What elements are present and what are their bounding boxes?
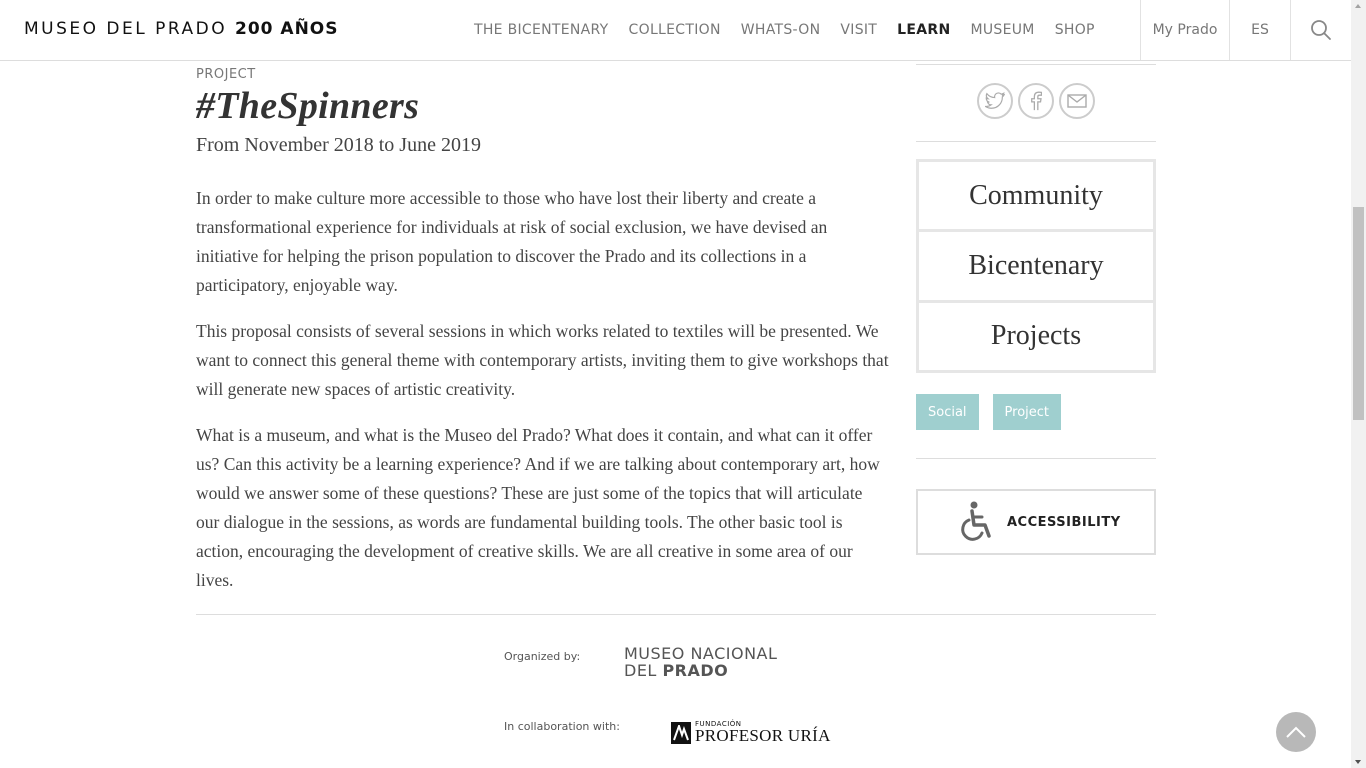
organizer-line-2: DEL PRADO bbox=[624, 662, 777, 679]
scrollbar-thumb[interactable] bbox=[1353, 207, 1364, 420]
accessibility-button[interactable]: ACCESSIBILITY bbox=[916, 489, 1156, 555]
fundacion-name: PROFESOR URÍA bbox=[695, 726, 831, 745]
email-icon bbox=[1067, 94, 1087, 108]
site-header: MUSEO DEL PRADO 200 AÑOS THE BICENTENARY… bbox=[0, 0, 1351, 61]
facebook-icon bbox=[1031, 91, 1042, 111]
tag-list: Social Project bbox=[916, 394, 1062, 430]
page-title: #TheSpinners bbox=[196, 85, 420, 127]
wheelchair-icon bbox=[961, 501, 991, 541]
paragraph: In order to make culture more accessible… bbox=[196, 188, 828, 295]
share-email-button[interactable] bbox=[1059, 83, 1095, 119]
site-logo[interactable]: MUSEO DEL PRADO 200 AÑOS bbox=[24, 19, 339, 39]
article-body: In order to make culture more accessible… bbox=[196, 184, 890, 612]
category-bicentenary[interactable]: Bicentenary bbox=[919, 232, 1153, 300]
logo-bold-text: 200 AÑOS bbox=[235, 19, 339, 39]
twitter-icon bbox=[985, 92, 1005, 109]
nav-item-learn[interactable]: LEARN bbox=[897, 22, 950, 38]
chevron-up-icon bbox=[1286, 726, 1306, 738]
organizer-line-1: MUSEO NACIONAL bbox=[624, 644, 778, 663]
nav-item-bicentenary[interactable]: THE BICENTENARY bbox=[474, 22, 609, 38]
share-buttons bbox=[977, 83, 1095, 119]
divider bbox=[916, 64, 1156, 65]
nav-item-collection[interactable]: COLLECTION bbox=[629, 22, 721, 38]
scroll-down-arrow-icon[interactable] bbox=[1355, 760, 1361, 764]
logo-text: MUSEO DEL PRADO bbox=[24, 19, 228, 39]
nav-item-whats-on[interactable]: WHATS-ON bbox=[741, 22, 821, 38]
article-kicker: PROJECT bbox=[196, 67, 256, 82]
category-projects[interactable]: Projects bbox=[919, 302, 1153, 370]
museo-nacional-prado-logo[interactable]: MUSEO NACIONAL DEL PRADO bbox=[624, 645, 777, 679]
article-dates: From November 2018 to June 2019 bbox=[196, 134, 481, 156]
share-twitter-button[interactable] bbox=[977, 83, 1013, 119]
category-community[interactable]: Community bbox=[919, 162, 1153, 230]
divider bbox=[196, 614, 1156, 615]
collaboration-label: In collaboration with: bbox=[504, 720, 620, 733]
search-button[interactable] bbox=[1290, 0, 1351, 60]
nav-item-visit[interactable]: VISIT bbox=[840, 22, 877, 38]
share-facebook-button[interactable] bbox=[1018, 83, 1054, 119]
divider bbox=[916, 458, 1156, 459]
organizer-del: DEL bbox=[624, 661, 657, 680]
tag-social[interactable]: Social bbox=[916, 394, 979, 430]
search-icon bbox=[1311, 20, 1331, 40]
fundacion-profesor-uria-logo[interactable]: FUNDACIÓN PROFESOR URÍA bbox=[671, 721, 831, 744]
scroll-up-arrow-icon[interactable] bbox=[1355, 4, 1361, 8]
language-switch[interactable]: ES bbox=[1229, 0, 1290, 60]
organized-by-label: Organized by: bbox=[504, 650, 581, 663]
category-list: Community Bicentenary Projects bbox=[916, 159, 1156, 373]
nav-item-museum[interactable]: MUSEUM bbox=[971, 22, 1035, 38]
page-scrollbar[interactable] bbox=[1351, 0, 1366, 768]
back-to-top-button[interactable] bbox=[1276, 712, 1316, 752]
paragraph: What is a museum, and what is the Museo … bbox=[196, 425, 880, 590]
organizer-prado: PRADO bbox=[662, 661, 729, 680]
fundacion-text: FUNDACIÓN PROFESOR URÍA bbox=[695, 721, 831, 745]
divider bbox=[916, 141, 1156, 142]
my-prado-link[interactable]: My Prado bbox=[1140, 0, 1229, 60]
tag-project[interactable]: Project bbox=[992, 394, 1062, 430]
paragraph: This proposal consists of several sessio… bbox=[196, 321, 889, 399]
nav-item-shop[interactable]: SHOP bbox=[1055, 22, 1095, 38]
fundacion-mark-icon bbox=[671, 721, 691, 744]
accessibility-label: ACCESSIBILITY bbox=[1007, 514, 1121, 530]
main-nav: THE BICENTENARY COLLECTION WHATS-ON VISI… bbox=[464, 0, 1105, 60]
